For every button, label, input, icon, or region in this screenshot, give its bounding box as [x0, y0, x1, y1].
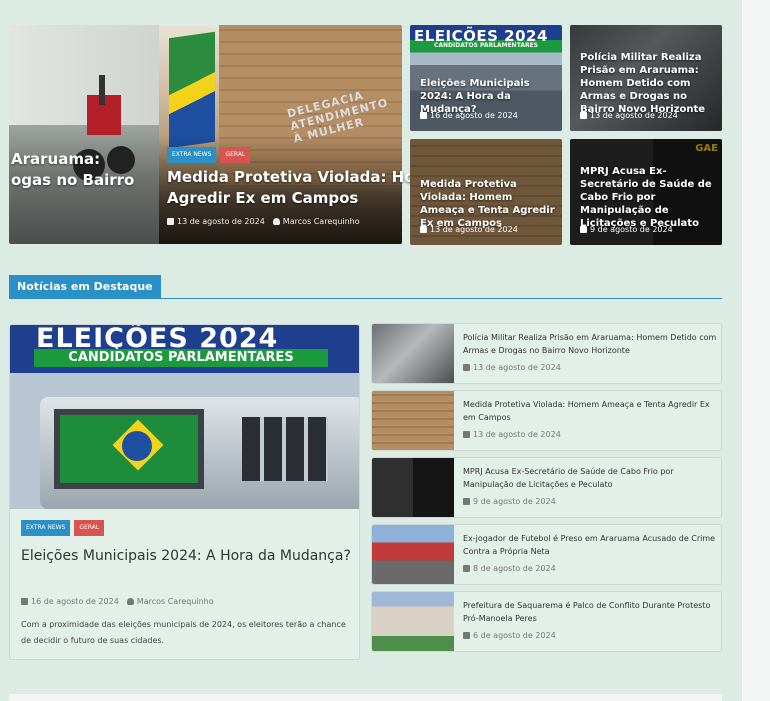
- date-text: 13 de agosto de 2024: [177, 217, 265, 226]
- category-tag-extra-news[interactable]: EXTRA NEWS: [21, 520, 71, 536]
- calendar-icon: [420, 226, 427, 233]
- date-text: 13 de agosto de 2024: [430, 225, 518, 234]
- grid-post-eleicoes[interactable]: ELEIÇÕES 2024 CANDIDATOS PARLAMENTARES E…: [410, 25, 562, 131]
- list-item-title[interactable]: MPRJ Acusa Ex-Secretário de Saúde de Cab…: [463, 465, 718, 491]
- date-text: 13 de agosto de 2024: [590, 111, 678, 120]
- image-banner-subtext: CANDIDATOS PARLAMENTARES: [34, 349, 328, 367]
- list-item-date: 13 de agosto de 2024: [463, 430, 561, 439]
- grid-post-date: 16 de agosto de 2024: [420, 111, 518, 120]
- list-item-thumbnail[interactable]: [372, 324, 454, 383]
- list-item[interactable]: Polícia Militar Realiza Prisão em Ararua…: [371, 323, 722, 384]
- list-item-thumbnail[interactable]: [372, 391, 454, 450]
- category-tag-geral[interactable]: GERAL: [74, 520, 105, 536]
- flag-image: [169, 31, 215, 149]
- featured-date[interactable]: 16 de agosto de 2024: [21, 597, 119, 606]
- date-text: 8 de agosto de 2024: [473, 564, 556, 573]
- calendar-icon: [580, 226, 587, 233]
- date-text: 16 de agosto de 2024: [31, 597, 119, 606]
- calendar-icon: [580, 112, 587, 119]
- list-item-date: 13 de agosto de 2024: [463, 363, 561, 372]
- featured-post-card[interactable]: ELEIÇÕES 2024 CANDIDATOS PARLAMENTARES E…: [9, 324, 360, 660]
- list-item-title[interactable]: Prefeitura de Saquarema é Palco de Confl…: [463, 599, 718, 625]
- featured-post-image[interactable]: ELEIÇÕES 2024 CANDIDATOS PARLAMENTARES: [10, 325, 359, 509]
- page-scroll-gutter: [742, 0, 770, 701]
- list-item-date: 6 de agosto de 2024: [463, 631, 556, 640]
- calendar-icon: [463, 498, 470, 505]
- category-tag-geral[interactable]: GERAL: [220, 147, 251, 163]
- list-item[interactable]: Prefeitura de Saquarema é Palco de Confl…: [371, 591, 722, 652]
- list-item-date: 8 de agosto de 2024: [463, 564, 556, 573]
- calendar-icon: [463, 364, 470, 371]
- voting-machine-screen: [54, 409, 204, 489]
- featured-post-meta: 16 de agosto de 2024 Marcos Carequinho: [21, 597, 214, 606]
- thumbnail-banner-subtext: CANDIDATOS PARLAMENTARES: [414, 41, 558, 51]
- hero-title-line: Medida Protetiva Violada: Home: [167, 168, 441, 186]
- author-text: Marcos Carequinho: [136, 597, 214, 606]
- featured-post-excerpt: Com a proximidade das eleições municipai…: [21, 620, 346, 645]
- list-item-title[interactable]: Polícia Militar Realiza Prisão em Ararua…: [463, 331, 718, 357]
- calendar-icon: [21, 598, 28, 605]
- list-item-title[interactable]: Ex-jogador de Futebol é Preso em Araruam…: [463, 532, 718, 558]
- date-text: 9 de agosto de 2024: [590, 225, 673, 234]
- list-item[interactable]: MPRJ Acusa Ex-Secretário de Saúde de Cab…: [371, 457, 722, 518]
- section-header: Notícias em Destaque: [9, 275, 722, 299]
- section-title: Notícias em Destaque: [9, 275, 161, 298]
- list-item[interactable]: Ex-jogador de Futebol é Preso em Araruam…: [371, 524, 722, 585]
- date-text: 13 de agosto de 2024: [473, 430, 561, 439]
- category-tag-extra-news[interactable]: EXTRA NEWS: [167, 147, 217, 163]
- author-text: Marcos Carequinho: [282, 217, 360, 226]
- grid-post-date: 13 de agosto de 2024: [420, 225, 518, 234]
- calendar-icon: [167, 218, 174, 225]
- grid-post-title[interactable]: Polícia Militar Realiza Prisão em Ararua…: [580, 51, 716, 116]
- hero-slide-previous-title[interactable]: Araruama: ogas no Bairro: [11, 149, 134, 191]
- user-icon: [272, 218, 280, 225]
- list-item-thumbnail[interactable]: [372, 458, 454, 517]
- slide-title-line: ogas no Bairro: [11, 171, 135, 189]
- list-item-date: 9 de agosto de 2024: [463, 497, 556, 506]
- calendar-icon: [463, 632, 470, 639]
- slide-title-line: Araruama:: [11, 150, 101, 168]
- hero-category-tags: EXTRA NEWS GERAL: [167, 147, 251, 163]
- calendar-icon: [463, 431, 470, 438]
- hero-slider[interactable]: Araruama: ogas no Bairro DELEGACIA ATENDI…: [9, 25, 402, 244]
- hero-slide-previous[interactable]: Araruama: ogas no Bairro: [9, 25, 159, 244]
- list-item-title[interactable]: Medida Protetiva Violada: Homem Ameaça e…: [463, 398, 718, 424]
- voting-machine-keypad: [242, 417, 328, 481]
- grid-post-mprj[interactable]: GAE MPRJ Acusa Ex-Secretário de Saúde de…: [570, 139, 722, 245]
- grid-post-date: 9 de agosto de 2024: [580, 225, 673, 234]
- date-text: 6 de agosto de 2024: [473, 631, 556, 640]
- date-text: 13 de agosto de 2024: [473, 363, 561, 372]
- calendar-icon: [463, 565, 470, 572]
- grid-post-title[interactable]: MPRJ Acusa Ex-Secretário de Saúde de Cab…: [580, 165, 716, 230]
- hero-meta: 13 de agosto de 2024 Marcos Carequinho: [167, 217, 360, 226]
- hero-date[interactable]: 13 de agosto de 2024: [167, 217, 265, 226]
- featured-category-tags: EXTRA NEWS GERAL: [21, 520, 105, 536]
- hero-author[interactable]: Marcos Carequinho: [272, 217, 360, 226]
- flag-globe: [122, 431, 152, 461]
- hero-title-line: Agredir Ex em Campos: [167, 189, 359, 207]
- featured-post-title[interactable]: Eleições Municipais 2024: A Hora da Muda…: [21, 545, 351, 568]
- next-section-edge: [9, 694, 722, 701]
- hero-title[interactable]: Medida Protetiva Violada: Home Agredir E…: [167, 167, 441, 209]
- hero-slide-current[interactable]: DELEGACIA ATENDIMENTO À MULHER: [159, 25, 402, 244]
- grid-post-date: 13 de agosto de 2024: [580, 111, 678, 120]
- grid-post-policia[interactable]: Polícia Militar Realiza Prisão em Ararua…: [570, 25, 722, 131]
- user-icon: [126, 598, 134, 605]
- date-text: 9 de agosto de 2024: [473, 497, 556, 506]
- calendar-icon: [420, 112, 427, 119]
- date-text: 16 de agosto de 2024: [430, 111, 518, 120]
- list-item-thumbnail[interactable]: [372, 525, 454, 584]
- grid-post-title[interactable]: Medida Protetiva Violada: Homem Ameaça e…: [420, 178, 556, 230]
- featured-author[interactable]: Marcos Carequinho: [126, 597, 214, 606]
- list-item-thumbnail[interactable]: [372, 592, 454, 651]
- grid-post-medida[interactable]: Medida Protetiva Violada: Homem Ameaça e…: [410, 139, 562, 245]
- list-item[interactable]: Medida Protetiva Violada: Homem Ameaça e…: [371, 390, 722, 451]
